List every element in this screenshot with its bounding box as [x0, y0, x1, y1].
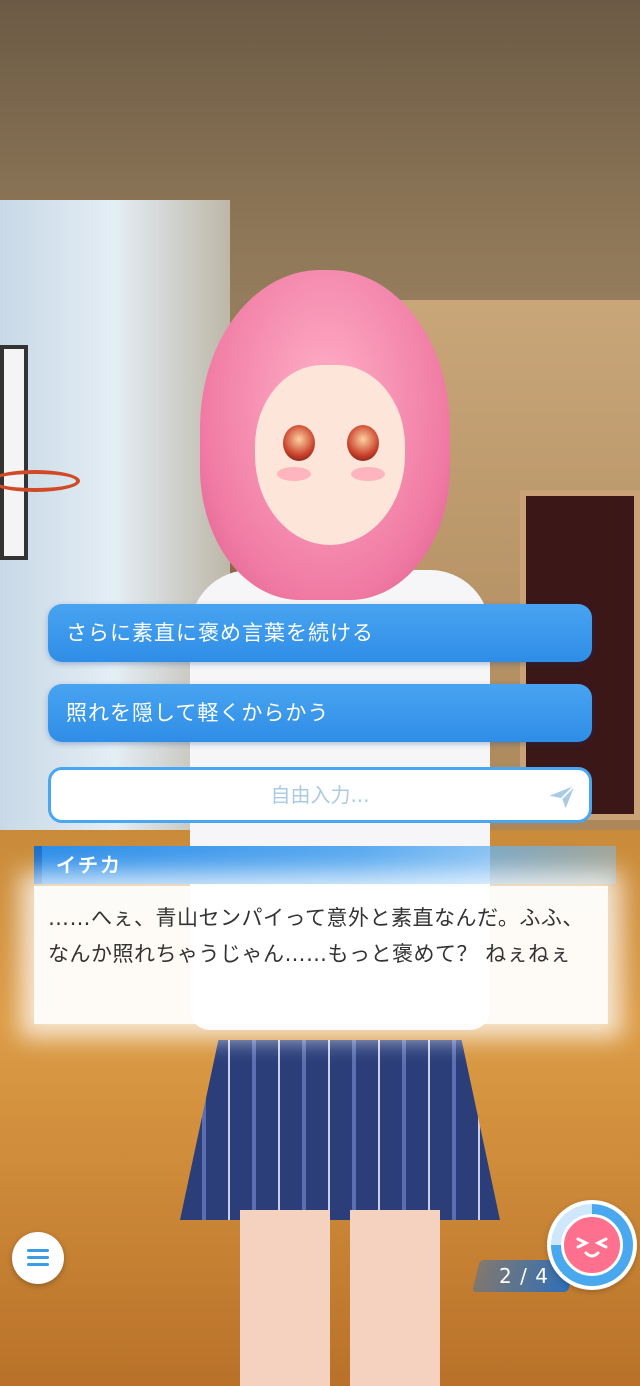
character-right-eye: [347, 425, 379, 461]
speaker-name: イチカ: [56, 853, 122, 877]
free-input-box: [48, 767, 592, 823]
hamburger-menu-icon: [27, 1263, 49, 1266]
character-face: [255, 365, 405, 545]
send-icon[interactable]: [547, 782, 577, 812]
hamburger-menu-icon: [27, 1256, 49, 1259]
character-blush: [351, 467, 385, 481]
free-input-field[interactable]: [51, 770, 589, 820]
dialogue-text: ……へぇ、青山センパイって意外と素直なんだ。ふふ、なんか照れちゃうじゃん……もっ…: [48, 906, 584, 966]
emotion-gauge-button[interactable]: [547, 1200, 637, 1290]
dialogue-box[interactable]: ……へぇ、青山センパイって意外と素直なんだ。ふふ、なんか照れちゃうじゃん……もっ…: [34, 886, 608, 1024]
menu-button[interactable]: [12, 1232, 64, 1284]
character-ichika: [170, 270, 510, 1386]
character-left-eye: [283, 425, 315, 461]
choice-button-2[interactable]: 照れを隠して軽くからかう: [48, 684, 592, 742]
character-skirt: [180, 1040, 500, 1220]
choice-button-1[interactable]: さらに素直に褒め言葉を続ける: [48, 604, 592, 662]
hamburger-menu-icon: [27, 1249, 49, 1252]
character-legs: [240, 1210, 440, 1386]
character-blush: [277, 467, 311, 481]
speaker-name-bar: イチカ: [34, 846, 616, 884]
embarrassed-face-icon: [561, 1214, 623, 1276]
basketball-backboard: [0, 345, 28, 560]
